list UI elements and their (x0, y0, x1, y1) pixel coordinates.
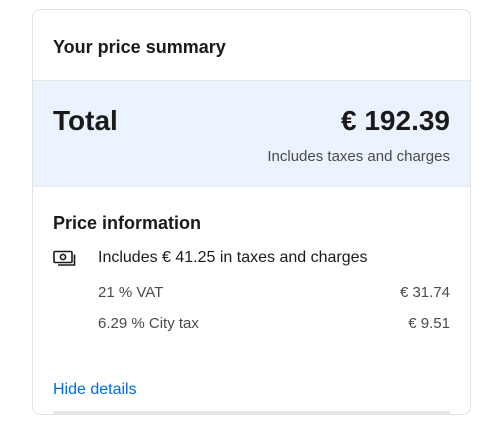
price-summary-title: Your price summary (53, 37, 226, 57)
taxes-included-row: Includes € 41.25 in taxes and charges (53, 247, 450, 269)
breakdown-label: 21 % VAT (98, 284, 164, 301)
price-summary-header: Your price summary (33, 10, 470, 81)
total-section: Total € 192.39 Includes taxes and charge… (33, 81, 470, 187)
bottom-divider (53, 411, 450, 414)
price-information-section: Price information Includes € 41.25 in ta… (33, 187, 470, 401)
total-note: Includes taxes and charges (267, 148, 450, 165)
price-information-title: Price information (53, 213, 202, 233)
total-row: Total € 192.39 (53, 103, 450, 139)
breakdown-label: 6.29 % City tax (98, 315, 199, 332)
breakdown-value: € 9.51 (408, 315, 450, 332)
total-label: Total (53, 105, 118, 136)
breakdown-row-city-tax: 6.29 % City tax € 9.51 (53, 314, 450, 334)
taxes-included-text: Includes € 41.25 in taxes and charges (98, 249, 368, 266)
money-icon (53, 249, 77, 267)
hide-details-link[interactable]: Hide details (53, 379, 137, 401)
total-price: € 192.39 (341, 105, 450, 136)
price-summary-card: Your price summary Total € 192.39 Includ… (32, 9, 471, 415)
breakdown-row-vat: 21 % VAT € 31.74 (53, 283, 450, 303)
breakdown-value: € 31.74 (399, 284, 450, 301)
